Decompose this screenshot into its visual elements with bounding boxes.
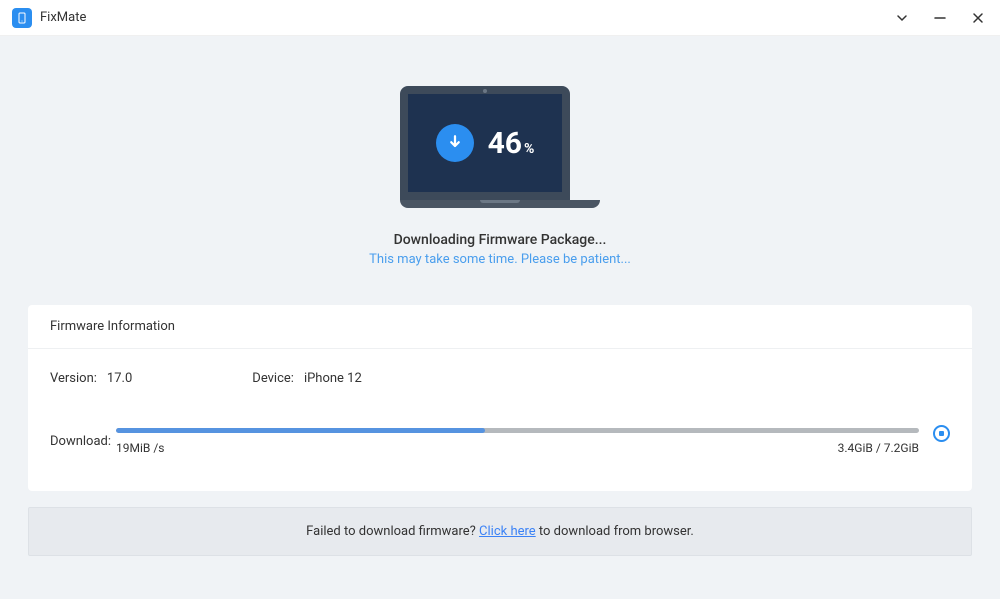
device-label: Device: bbox=[252, 371, 294, 386]
title-bar: FixMate bbox=[0, 0, 1000, 36]
minimize-button[interactable] bbox=[930, 8, 950, 28]
footer-bar: Failed to download firmware? Click here … bbox=[28, 507, 972, 556]
device-value: iPhone 12 bbox=[304, 371, 362, 386]
status-subtitle: This may take some time. Please be patie… bbox=[369, 252, 631, 267]
app-icon bbox=[12, 8, 32, 28]
dropdown-button[interactable] bbox=[892, 8, 912, 28]
progress-percent: 46 % bbox=[488, 126, 535, 161]
version-label: Version: bbox=[50, 371, 97, 386]
download-size: 3.4GiB / 7.2GiB bbox=[838, 441, 919, 455]
progress-meta: 19MiB /s 3.4GiB / 7.2GiB bbox=[116, 441, 919, 455]
version-value: 17.0 bbox=[107, 371, 132, 386]
percent-number: 46 bbox=[488, 126, 522, 161]
laptop-base bbox=[400, 200, 600, 208]
panel-body: Version: 17.0 Device: iPhone 12 Download… bbox=[28, 349, 972, 491]
footer-prefix: Failed to download firmware? bbox=[306, 524, 479, 539]
version-group: Version: 17.0 bbox=[50, 371, 132, 386]
download-icon bbox=[436, 124, 474, 162]
status-title: Downloading Firmware Package... bbox=[394, 232, 607, 248]
stop-button[interactable] bbox=[933, 425, 950, 442]
download-label: Download: bbox=[50, 434, 116, 449]
status-illustration: 46 % Downloading Firmware Package... Thi… bbox=[28, 36, 972, 267]
close-button[interactable] bbox=[968, 8, 988, 28]
panel-header: Firmware Information bbox=[28, 305, 972, 349]
download-speed: 19MiB /s bbox=[116, 441, 164, 455]
firmware-info-panel: Firmware Information Version: 17.0 Devic… bbox=[28, 305, 972, 491]
progress-track bbox=[116, 428, 919, 433]
download-row: Download: 19MiB /s 3.4GiB / 7.2GiB bbox=[50, 428, 950, 455]
laptop-graphic: 46 % bbox=[400, 86, 600, 208]
laptop-screen: 46 % bbox=[400, 86, 570, 200]
browser-download-link[interactable]: Click here bbox=[479, 524, 536, 539]
progress-fill bbox=[116, 428, 485, 433]
progress-wrap: 19MiB /s 3.4GiB / 7.2GiB bbox=[116, 428, 919, 455]
content-area: 46 % Downloading Firmware Package... Thi… bbox=[0, 36, 1000, 556]
percent-sign: % bbox=[524, 141, 534, 157]
device-group: Device: iPhone 12 bbox=[252, 371, 362, 386]
footer-suffix: to download from browser. bbox=[536, 524, 694, 539]
info-row: Version: 17.0 Device: iPhone 12 bbox=[50, 371, 950, 386]
window-controls bbox=[892, 8, 988, 28]
app-title: FixMate bbox=[40, 10, 86, 25]
